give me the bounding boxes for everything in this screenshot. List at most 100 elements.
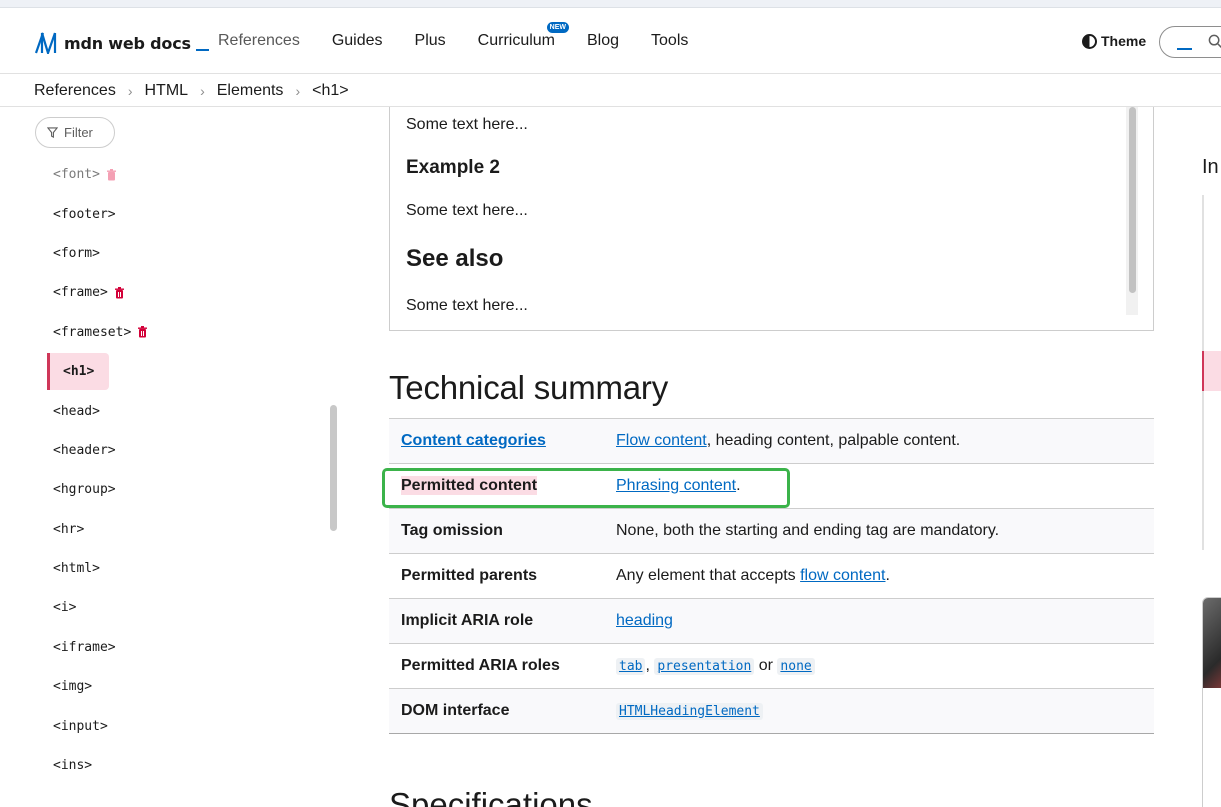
sidebar-scrollbar[interactable] [330, 405, 337, 531]
row-value: Any element that accepts flow content. [616, 554, 1154, 599]
sidebar-item-header[interactable]: <header> [47, 431, 327, 470]
row-header: Tag omission [401, 522, 503, 539]
site-header: mdn web docs References Guides Plus Curr… [0, 8, 1221, 74]
table-row: Implicit ARIA role heading [389, 598, 1154, 644]
sidebar-item-label: <header> [53, 442, 116, 458]
chevron-right-icon: › [295, 82, 301, 99]
sidebar-item-label: <ins> [53, 758, 93, 774]
sidebar-item-html[interactable]: <html> [47, 549, 327, 588]
sidebar-item-form[interactable]: <form> [47, 234, 327, 273]
row-value: Phrasing content. [616, 464, 1154, 509]
sidebar-item-label: <font> [53, 167, 100, 183]
row-value-text: . [885, 567, 890, 584]
breadcrumb-html[interactable]: HTML [145, 82, 189, 100]
sidebar-filter-button[interactable]: Filter [35, 117, 115, 148]
content-categories-link[interactable]: Content categories [401, 432, 546, 449]
sidebar-list: <font> <footer> <form> <frame> <frameset… [47, 155, 327, 785]
row-value-text: . [736, 477, 741, 494]
search-input[interactable] [1159, 26, 1221, 58]
row-header: DOM interface [401, 702, 510, 719]
sidebar-item-label: <html> [53, 561, 100, 577]
sidebar-item-input[interactable]: <input> [47, 706, 327, 745]
table-row: Tag omission None, both the starting and… [389, 508, 1154, 554]
none-role-link[interactable]: none [780, 659, 811, 674]
heading-role-link[interactable]: heading [616, 612, 673, 629]
sidebar-item-label: <footer> [53, 206, 116, 222]
sidebar-item-h1[interactable]: <h1> [47, 352, 327, 391]
sidebar-item-label: <h1> [63, 364, 95, 380]
nav-blog[interactable]: Blog [587, 32, 619, 50]
example-heading-see-also: See also [406, 245, 504, 272]
toc-active-item[interactable] [1202, 351, 1221, 391]
example-text: Some text here... [406, 202, 528, 219]
sidebar-item-ins[interactable]: <ins> [47, 746, 327, 785]
sidebar-item-i[interactable]: <i> [47, 588, 327, 627]
sidebar-item-hr[interactable]: <hr> [47, 510, 327, 549]
nav-curriculum-label: Curriculum [477, 32, 555, 49]
row-header: Implicit ARIA role [401, 612, 534, 629]
sidebar-item-label: <hr> [53, 521, 85, 537]
filter-icon [47, 127, 58, 138]
breadcrumb-references[interactable]: References [34, 82, 116, 100]
presentation-role-code: presentation [654, 658, 755, 675]
row-header: Content categories [389, 419, 616, 464]
sidebar-item-label: <input> [53, 718, 108, 734]
nav-references[interactable]: References [218, 32, 300, 50]
html-heading-element-link[interactable]: HTMLHeadingElement [619, 704, 760, 719]
theme-button[interactable]: Theme [1082, 33, 1146, 49]
sidebar-item-footer[interactable]: <footer> [47, 194, 327, 233]
sidebar-item-img[interactable]: <img> [47, 667, 327, 706]
deprecated-trash-icon [138, 326, 148, 338]
example-heading-2: Example 2 [406, 157, 500, 178]
table-row: DOM interface HTMLHeadingElement [389, 688, 1154, 734]
technical-summary-table: Content categories Flow content, heading… [389, 418, 1154, 734]
sidebar-ad-card[interactable] [1202, 597, 1221, 807]
flow-content-link[interactable]: Flow content [616, 432, 707, 449]
sidebar-item-label: <hgroup> [53, 482, 116, 498]
deprecated-trash-icon [106, 168, 116, 181]
breadcrumb-elements[interactable]: Elements [217, 82, 284, 100]
example-scrollbar-thumb[interactable] [1129, 107, 1136, 293]
main-nav: References Guides Plus Curriculum NEW Bl… [218, 8, 720, 74]
row-value-text: , heading content, palpable content. [706, 432, 961, 449]
sidebar-item-font[interactable]: <font> [47, 155, 327, 194]
mdn-logo[interactable]: mdn web docs [34, 30, 209, 56]
mdn-logo-icon [34, 32, 57, 54]
sidebar-item-iframe[interactable]: <iframe> [47, 628, 327, 667]
tab-role-code: tab [616, 658, 646, 675]
nav-guides[interactable]: Guides [332, 32, 383, 50]
logo-text: mdn web docs [64, 33, 191, 53]
row-value: None, both the starting and ending tag a… [616, 522, 1000, 539]
breadcrumb-h1[interactable]: <h1> [312, 82, 348, 100]
browser-top-strip [0, 0, 1221, 8]
deprecated-trash-icon [114, 286, 124, 299]
nav-curriculum[interactable]: Curriculum NEW [477, 22, 569, 50]
row-value: HTMLHeadingElement [616, 689, 1154, 734]
search-caret [1177, 48, 1192, 50]
phrasing-content-link[interactable]: Phrasing content [616, 477, 736, 494]
table-row: Content categories Flow content, heading… [389, 418, 1154, 464]
chevron-right-icon: › [127, 82, 133, 99]
tab-role-link[interactable]: tab [619, 659, 642, 674]
nav-tools[interactable]: Tools [651, 32, 688, 50]
row-value-text: or [754, 657, 778, 674]
search-icon [1208, 34, 1221, 49]
sidebar-item-head[interactable]: <head> [47, 391, 327, 430]
dom-interface-code: HTMLHeadingElement [616, 703, 763, 720]
flow-content-link[interactable]: flow content [800, 567, 885, 584]
sidebar-item-label: <img> [53, 679, 93, 695]
none-role-code: none [777, 658, 815, 675]
sidebar-item-frame[interactable]: <frame> [47, 273, 327, 312]
example-text: Some text here... [406, 297, 528, 314]
chevron-right-icon: › [200, 82, 205, 99]
sidebar-item-frameset[interactable]: <frameset> [47, 313, 327, 352]
presentation-role-link[interactable]: presentation [657, 659, 751, 674]
example-text: Some text here... [406, 116, 528, 133]
row-value: Flow content, heading content, palpable … [616, 419, 1154, 464]
nav-plus[interactable]: Plus [415, 32, 446, 50]
table-row: Permitted parents Any element that accep… [389, 553, 1154, 599]
sidebar-item-hgroup[interactable]: <hgroup> [47, 470, 327, 509]
table-row: Permitted ARIA roles tab, presentation o… [389, 643, 1154, 689]
sidebar-item-label: <head> [53, 403, 100, 419]
row-value: tab, presentation or none [616, 644, 1154, 689]
